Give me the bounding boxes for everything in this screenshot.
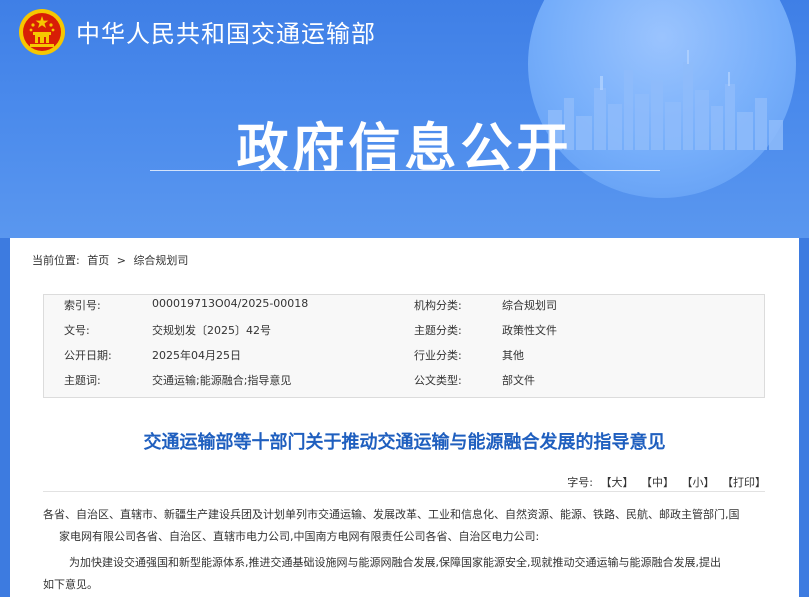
document-title: 交通运输部等十部门关于推动交通运输与能源融合发展的指导意见 (143, 432, 666, 453)
metadata-row: 主题词: 交通运输;能源融合;指导意见 公文类型: 部文件 (44, 372, 764, 392)
breadcrumb-home-link[interactable]: 首页 (87, 254, 109, 267)
metadata-key: 行业分类: (414, 349, 462, 362)
metadata-key: 索引号: (64, 299, 101, 312)
breadcrumb-separator: > (116, 254, 126, 267)
divider (43, 491, 765, 492)
breadcrumb: 当前位置: 首页 > 综合规划司 (32, 252, 192, 268)
metadata-value: 其他 (502, 349, 524, 362)
addressee-line-1: 各省、自治区、直辖市、新疆生产建设兵团及计划单列市交通运输、发展改革、工业和信息… (43, 508, 740, 521)
metadata-row: 文号: 交规划发〔2025〕42号 主题分类: 政策性文件 (44, 322, 764, 342)
breadcrumb-current-link[interactable]: 综合规划司 (133, 254, 188, 267)
national-emblem-icon (19, 9, 65, 55)
metadata-key: 公开日期: (64, 349, 112, 362)
metadata-value: 000019713O04/2025-00018 (152, 297, 309, 310)
metadata-key: 主题词: (64, 374, 101, 387)
metadata-value: 部文件 (502, 374, 535, 387)
font-size-controls: 字号: 【大】 【中】 【小】 【打印】 (563, 474, 766, 490)
breadcrumb-label: 当前位置: (32, 254, 80, 267)
metadata-key: 文号: (64, 324, 90, 337)
metadata-value: 综合规划司 (502, 299, 557, 312)
heading-underline (150, 170, 660, 171)
metadata-value: 交规划发〔2025〕42号 (152, 324, 271, 337)
intro-line-2: 如下意见。 (43, 578, 98, 591)
site-title[interactable]: 中华人民共和国交通运输部 (76, 14, 376, 49)
metadata-value: 政策性文件 (502, 324, 557, 337)
font-medium-button[interactable]: 【中】 (641, 476, 674, 489)
intro-line-1: 为加快建设交通强国和新型能源体系,推进交通基础设施网与能源网融合发展,保障国家能… (69, 556, 721, 569)
content-sheet: 当前位置: 首页 > 综合规划司 索引号: 000019713O04/2025-… (10, 238, 799, 597)
metadata-value: 交通运输;能源融合;指导意见 (152, 374, 292, 387)
addressee-line-2: 家电网有限公司各省、自治区、直辖市电力公司,中国南方电网有限责任公司各省、自治区… (59, 530, 540, 543)
font-small-button[interactable]: 【小】 (682, 476, 715, 489)
metadata-key: 公文类型: (414, 374, 462, 387)
metadata-row: 索引号: 000019713O04/2025-00018 机构分类: 综合规划司 (44, 297, 764, 317)
metadata-row: 公开日期: 2025年04月25日 行业分类: 其他 (44, 347, 764, 367)
metadata-key: 机构分类: (414, 299, 462, 312)
metadata-value: 2025年04月25日 (152, 349, 241, 362)
metadata-key: 主题分类: (414, 324, 462, 337)
font-size-label: 字号: (567, 476, 593, 489)
print-button[interactable]: 【打印】 (722, 476, 766, 489)
font-large-button[interactable]: 【大】 (601, 476, 634, 489)
document-metadata-table: 索引号: 000019713O04/2025-00018 机构分类: 综合规划司… (43, 294, 765, 398)
header-banner: 中华人民共和国交通运输部 政府信息公开 (0, 0, 809, 238)
